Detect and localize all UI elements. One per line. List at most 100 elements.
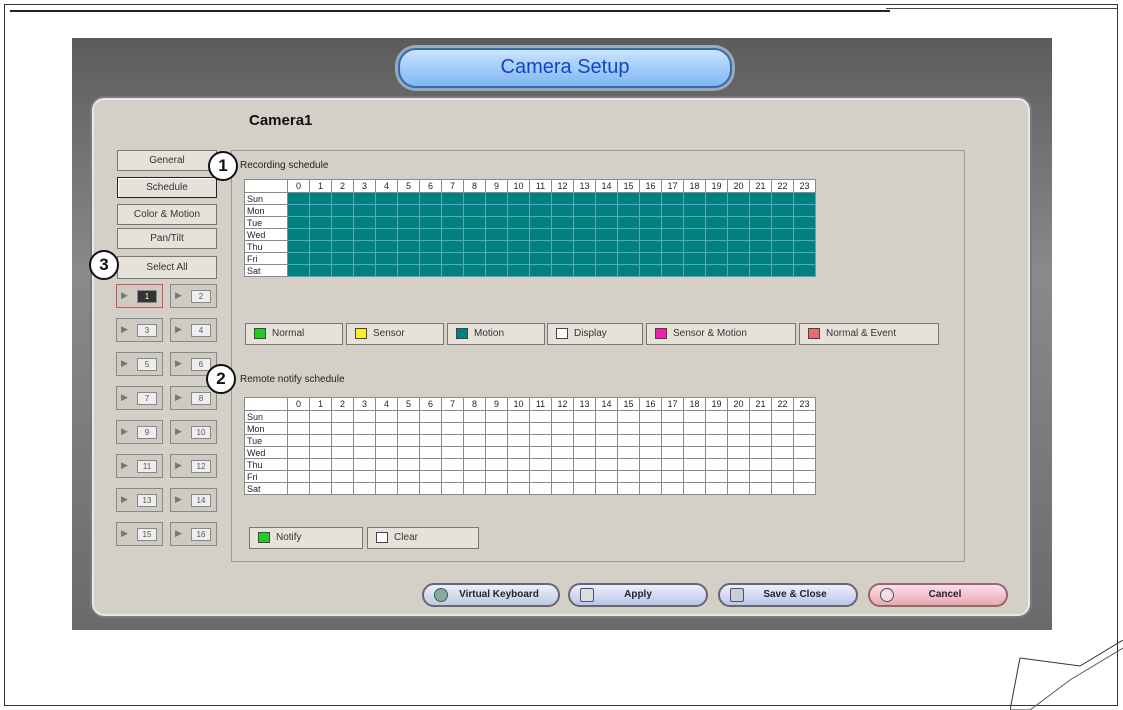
schedule-cell[interactable] bbox=[683, 446, 706, 459]
schedule-cell[interactable] bbox=[771, 228, 794, 241]
hour-header[interactable]: 9 bbox=[485, 397, 508, 411]
schedule-cell[interactable] bbox=[375, 410, 398, 423]
schedule-cell[interactable] bbox=[793, 204, 816, 217]
schedule-cell[interactable] bbox=[375, 458, 398, 471]
schedule-cell[interactable] bbox=[397, 458, 420, 471]
schedule-cell[interactable] bbox=[749, 470, 772, 483]
hour-header[interactable]: 22 bbox=[771, 179, 794, 193]
schedule-cell[interactable] bbox=[353, 410, 376, 423]
schedule-cell[interactable] bbox=[485, 192, 508, 205]
schedule-cell[interactable] bbox=[551, 434, 574, 447]
schedule-cell[interactable] bbox=[287, 204, 310, 217]
schedule-cell[interactable] bbox=[353, 240, 376, 253]
hour-header[interactable]: 4 bbox=[375, 397, 398, 411]
schedule-cell[interactable] bbox=[397, 192, 420, 205]
schedule-cell[interactable] bbox=[573, 192, 596, 205]
schedule-cell[interactable] bbox=[771, 204, 794, 217]
schedule-cell[interactable] bbox=[551, 264, 574, 277]
day-header[interactable]: Fri bbox=[244, 470, 288, 483]
schedule-cell[interactable] bbox=[661, 410, 684, 423]
schedule-cell[interactable] bbox=[683, 192, 706, 205]
schedule-cell[interactable] bbox=[661, 458, 684, 471]
schedule-cell[interactable] bbox=[661, 446, 684, 459]
cancel-button[interactable]: Cancel bbox=[868, 583, 1008, 607]
schedule-cell[interactable] bbox=[793, 446, 816, 459]
schedule-cell[interactable] bbox=[727, 240, 750, 253]
schedule-cell[interactable] bbox=[573, 252, 596, 265]
schedule-cell[interactable] bbox=[771, 422, 794, 435]
schedule-cell[interactable] bbox=[573, 482, 596, 495]
schedule-cell[interactable] bbox=[353, 264, 376, 277]
schedule-cell[interactable] bbox=[507, 252, 530, 265]
schedule-cell[interactable] bbox=[485, 228, 508, 241]
day-header[interactable]: Sat bbox=[244, 482, 288, 495]
schedule-cell[interactable] bbox=[331, 228, 354, 241]
hour-header[interactable]: 14 bbox=[595, 179, 618, 193]
schedule-cell[interactable] bbox=[793, 470, 816, 483]
tab-color-motion[interactable]: Color & Motion bbox=[117, 204, 217, 225]
schedule-cell[interactable] bbox=[639, 264, 662, 277]
schedule-cell[interactable] bbox=[595, 482, 618, 495]
schedule-cell[interactable] bbox=[419, 470, 442, 483]
camera-button-4[interactable]: ▶ 4 bbox=[170, 318, 217, 342]
schedule-cell[interactable] bbox=[639, 482, 662, 495]
hour-header[interactable]: 20 bbox=[727, 179, 750, 193]
schedule-cell[interactable] bbox=[507, 470, 530, 483]
schedule-cell[interactable] bbox=[639, 216, 662, 229]
schedule-cell[interactable] bbox=[463, 422, 486, 435]
schedule-cell[interactable] bbox=[529, 264, 552, 277]
schedule-cell[interactable] bbox=[287, 458, 310, 471]
schedule-cell[interactable] bbox=[683, 264, 706, 277]
schedule-cell[interactable] bbox=[441, 458, 464, 471]
schedule-cell[interactable] bbox=[397, 216, 420, 229]
schedule-cell[interactable] bbox=[617, 216, 640, 229]
schedule-cell[interactable] bbox=[749, 216, 772, 229]
schedule-cell[interactable] bbox=[727, 216, 750, 229]
schedule-cell[interactable] bbox=[639, 252, 662, 265]
schedule-cell[interactable] bbox=[573, 458, 596, 471]
schedule-cell[interactable] bbox=[595, 228, 618, 241]
legend-normal-event[interactable]: Normal & Event bbox=[799, 323, 939, 345]
schedule-cell[interactable] bbox=[309, 470, 332, 483]
hour-header[interactable]: 6 bbox=[419, 397, 442, 411]
schedule-cell[interactable] bbox=[529, 228, 552, 241]
schedule-cell[interactable] bbox=[639, 410, 662, 423]
schedule-cell[interactable] bbox=[771, 458, 794, 471]
hour-header[interactable]: 21 bbox=[749, 179, 772, 193]
schedule-cell[interactable] bbox=[463, 240, 486, 253]
schedule-cell[interactable] bbox=[617, 446, 640, 459]
schedule-cell[interactable] bbox=[397, 252, 420, 265]
schedule-cell[interactable] bbox=[551, 482, 574, 495]
schedule-cell[interactable] bbox=[661, 264, 684, 277]
camera-button-5[interactable]: ▶ 5 bbox=[116, 352, 163, 376]
schedule-cell[interactable] bbox=[749, 482, 772, 495]
schedule-cell[interactable] bbox=[551, 458, 574, 471]
schedule-cell[interactable] bbox=[375, 422, 398, 435]
schedule-cell[interactable] bbox=[705, 434, 728, 447]
hour-header[interactable]: 7 bbox=[441, 397, 464, 411]
schedule-cell[interactable] bbox=[793, 252, 816, 265]
schedule-cell[interactable] bbox=[727, 410, 750, 423]
schedule-cell[interactable] bbox=[661, 434, 684, 447]
camera-button-16[interactable]: ▶ 16 bbox=[170, 522, 217, 546]
schedule-cell[interactable] bbox=[661, 228, 684, 241]
schedule-cell[interactable] bbox=[485, 216, 508, 229]
camera-button-3[interactable]: ▶ 3 bbox=[116, 318, 163, 342]
schedule-cell[interactable] bbox=[463, 446, 486, 459]
schedule-cell[interactable] bbox=[529, 482, 552, 495]
day-header[interactable]: Thu bbox=[244, 240, 288, 253]
schedule-cell[interactable] bbox=[617, 482, 640, 495]
schedule-cell[interactable] bbox=[683, 240, 706, 253]
schedule-cell[interactable] bbox=[419, 204, 442, 217]
schedule-cell[interactable] bbox=[397, 240, 420, 253]
schedule-cell[interactable] bbox=[661, 216, 684, 229]
schedule-cell[interactable] bbox=[287, 192, 310, 205]
schedule-cell[interactable] bbox=[441, 228, 464, 241]
hour-header[interactable]: 4 bbox=[375, 179, 398, 193]
schedule-cell[interactable] bbox=[463, 410, 486, 423]
hour-header[interactable]: 19 bbox=[705, 179, 728, 193]
schedule-cell[interactable] bbox=[485, 240, 508, 253]
hour-header[interactable]: 15 bbox=[617, 179, 640, 193]
schedule-cell[interactable] bbox=[309, 458, 332, 471]
schedule-cell[interactable] bbox=[287, 434, 310, 447]
